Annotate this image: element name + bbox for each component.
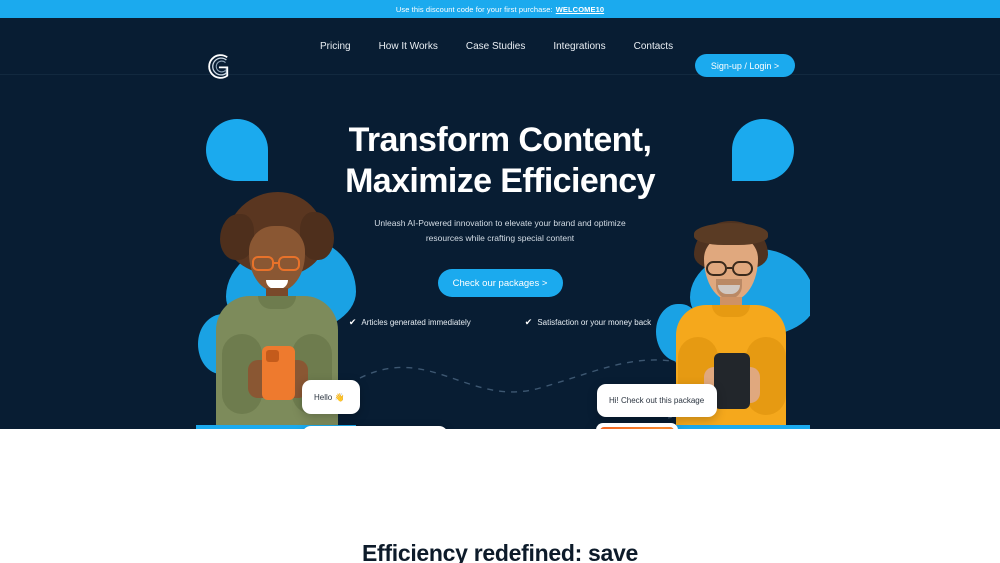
efficiency-section: Efficiency redefined: save time and争 sta… — [0, 429, 1000, 563]
hero-feature-list: ✔ Articles generated immediately ✔ Satis… — [0, 317, 1000, 328]
spiral-g-logo-icon[interactable] — [201, 49, 236, 84]
figure-phone-dark — [714, 353, 750, 409]
nav-item-contacts[interactable]: Contacts — [634, 41, 673, 52]
feature-label-satisfaction: Satisfaction or your money back — [537, 318, 652, 327]
chat-bubble-looking: I am looking for website content ✍️ — [302, 426, 448, 429]
chat-bubble-package: Hi! Check out this package — [597, 384, 717, 417]
feature-item-satisfaction: ✔ Satisfaction or your money back — [525, 317, 651, 328]
check-icon: ✔ — [524, 317, 533, 327]
discount-code-link[interactable]: WELCOME10 — [556, 5, 604, 14]
hero-subheadline-line2: resources while crafting special content — [425, 233, 575, 243]
feature-item-articles: ✔ Articles generated immediately — [349, 317, 471, 328]
check-packages-button[interactable]: Check our packages > — [437, 269, 563, 297]
signup-login-button[interactable]: Sign-up / Login > — [695, 54, 795, 77]
chat-package-text: Hi! Check out this package — [609, 396, 705, 405]
figure-phone-camera — [266, 350, 279, 362]
section-title-line1: Efficiency redefined: save — [362, 540, 638, 563]
nav-item-integrations[interactable]: Integrations — [553, 41, 605, 52]
chat-hello-text: Hello 👋 — [314, 392, 345, 402]
nav-item-case-studies[interactable]: Case Studies — [466, 41, 525, 52]
hero-headline-line1: Transform Content, — [348, 121, 652, 159]
package-thumbnail — [600, 427, 674, 429]
main-navigation: Pricing How It Works Case Studies Integr… — [0, 18, 1000, 79]
announcement-text: Use this discount code for your first pu… — [395, 4, 553, 14]
hero-headline-line2: Maximize Efficiency — [345, 162, 655, 200]
feature-label-articles: Articles generated immediately — [361, 318, 471, 327]
section-title: Efficiency redefined: save time and争 sta… — [0, 429, 1000, 563]
hero-subheadline: Unleash AI-Powered innovation to elevate… — [0, 216, 1000, 246]
nav-links: Pricing How It Works Case Studies Integr… — [320, 18, 673, 75]
hero-section: Pricing How It Works Case Studies Integr… — [0, 18, 1000, 429]
hero-headline: Transform Content, Maximize Efficiency — [0, 120, 1000, 202]
nav-item-how-it-works[interactable]: How It Works — [379, 41, 438, 52]
announcement-bar: Use this discount code for your first pu… — [0, 0, 1000, 18]
nav-item-pricing[interactable]: Pricing — [320, 41, 351, 52]
chat-bubble-hello: Hello 👋 — [302, 380, 360, 414]
dashed-wave-decoration — [244, 352, 771, 419]
check-icon: ✔ — [348, 317, 357, 327]
hero-subheadline-line1: Unleash AI-Powered innovation to elevate… — [374, 218, 626, 228]
package-card[interactable]: Monthly subscription 50 curated articles… — [596, 423, 678, 429]
hero-copy: Transform Content, Maximize Efficiency U… — [0, 120, 1000, 328]
